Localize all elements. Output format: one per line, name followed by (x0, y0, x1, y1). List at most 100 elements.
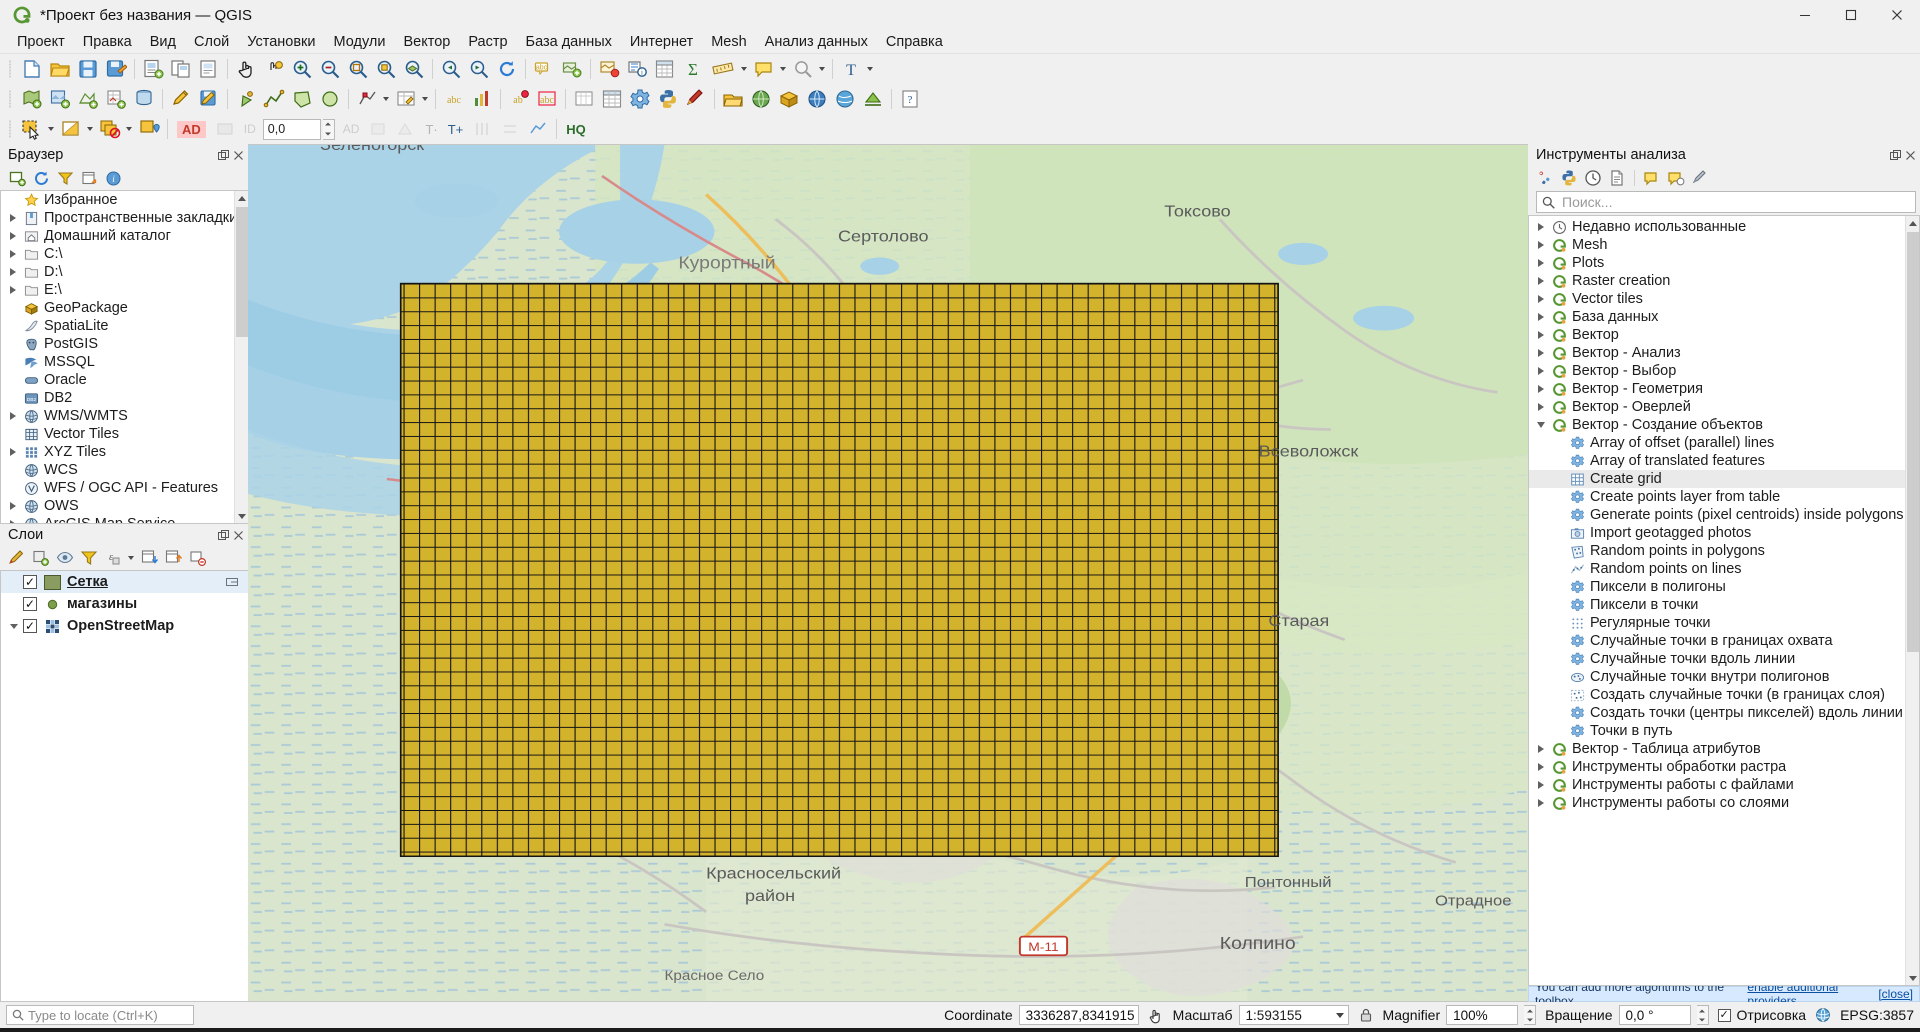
lock-scale-icon[interactable] (1355, 1004, 1377, 1026)
chevron-right-icon[interactable] (5, 497, 21, 515)
zoom-in-button[interactable] (289, 56, 315, 82)
toolbox-item-12[interactable]: Array of offset (parallel) lines (1529, 434, 1919, 452)
map-tips-button[interactable] (751, 56, 777, 82)
menu-ustanovki[interactable]: Установки (238, 32, 324, 52)
remove-layer-icon[interactable] (187, 547, 209, 569)
chevron-right-icon[interactable] (1533, 272, 1549, 290)
toolbox-item-15[interactable]: Create points layer from table (1529, 488, 1919, 506)
zoom-full-button[interactable] (345, 56, 371, 82)
hq-render-button[interactable]: HQ (562, 116, 590, 142)
toolbar-grip[interactable] (7, 58, 15, 80)
toolbox-item-8[interactable]: Вектор - Выбор (1529, 362, 1919, 380)
menu-spravka[interactable]: Справка (877, 32, 952, 52)
diagram-button[interactable] (469, 86, 495, 112)
toolbox-item-14[interactable]: Create grid (1529, 470, 1919, 488)
save-layer-edits-button[interactable] (196, 86, 222, 112)
statistical-summary-button[interactable] (652, 56, 678, 82)
coordinate-toggle-icon[interactable] (1145, 1004, 1167, 1026)
toolbox-item-10[interactable]: Вектор - Оверлей (1529, 398, 1919, 416)
chevron-right-icon[interactable] (5, 209, 21, 227)
chevron-right-icon[interactable] (1533, 758, 1549, 776)
toolbox-item-19[interactable]: Random points on lines (1529, 560, 1919, 578)
add-mesh-layer-button[interactable] (75, 86, 101, 112)
vertex-tool-button[interactable] (354, 86, 380, 112)
browser-item-8[interactable]: PostGIS (1, 335, 248, 353)
chevron-right-icon[interactable] (5, 263, 21, 281)
browser-item-4[interactable]: D:\ (1, 263, 248, 281)
help-button[interactable]: ? (897, 86, 923, 112)
locator-search-box[interactable]: Type to locate (Ctrl+K) (6, 1005, 194, 1025)
toolbox-item-26[interactable]: Создать случайные точки (в границах слоя… (1529, 686, 1919, 704)
digitizing-number-input[interactable]: 0,0 (262, 118, 321, 140)
add-line-feature-button[interactable] (261, 86, 287, 112)
toolbox-item-1[interactable]: Mesh (1529, 236, 1919, 254)
close-button[interactable] (1874, 0, 1920, 30)
open-attribute-table-button[interactable] (599, 86, 625, 112)
toolbox-tree[interactable]: Недавно использованные Mesh Plots Raster cr… (1528, 215, 1920, 986)
map-canvas-container[interactable]: Зеленогорск Сертолово Токсово Курортный Всев… (248, 144, 1528, 1002)
add-vector-layer-button[interactable] (19, 86, 45, 112)
layer-row-2[interactable]: OpenStreetMap (1, 615, 248, 637)
magnifier-field[interactable]: 100% (1446, 1005, 1519, 1025)
crs-globe-icon[interactable] (1812, 1004, 1834, 1026)
browser-tree[interactable]: Избранное Пространственные закладки Домашн… (0, 190, 248, 524)
browser-item-2[interactable]: Домашний каталог (1, 227, 248, 245)
add-layer-icon[interactable] (6, 167, 28, 189)
toolbox-item-21[interactable]: Пиксели в точки (1529, 596, 1919, 614)
show-map-tips-button[interactable]: abc (531, 56, 557, 82)
toolbox-search-input[interactable] (1560, 193, 1910, 211)
python-script-icon[interactable] (1558, 167, 1580, 189)
toolbox-item-20[interactable]: Пиксели в полигоны (1529, 578, 1919, 596)
scale-dropdown-arrow[interactable] (1332, 1006, 1348, 1024)
chevron-right-icon[interactable] (1533, 794, 1549, 812)
processing-toolbox-button[interactable] (627, 86, 653, 112)
chevron-right-icon[interactable] (1533, 236, 1549, 254)
digitizing-tool-5-button[interactable] (497, 116, 523, 142)
measure-button[interactable] (708, 56, 738, 82)
chevron-right-icon[interactable] (1533, 290, 1549, 308)
show-unplaced-labels-button[interactable] (571, 86, 597, 112)
chevron-right-icon[interactable] (1533, 254, 1549, 272)
menu-proekt[interactable]: Проект (8, 32, 74, 52)
scale-combo[interactable]: 1:593155 (1238, 1005, 1349, 1025)
properties-icon[interactable]: i (102, 167, 124, 189)
browser-undock-icon[interactable] (217, 149, 229, 161)
data-source-manager-button[interactable] (720, 86, 746, 112)
deselect-dropdown-arrow[interactable] (817, 56, 826, 82)
save-project-button[interactable] (75, 56, 101, 82)
open-model-icon[interactable] (1665, 167, 1687, 189)
toolbox-item-31[interactable]: Инструменты работы с файлами (1529, 776, 1919, 794)
layer-visibility-checkbox[interactable] (23, 597, 37, 611)
select-by-expression-button[interactable] (58, 116, 84, 142)
toolbox-item-7[interactable]: Вектор - Анализ (1529, 344, 1919, 362)
save-project-as-button[interactable] (103, 56, 129, 82)
add-point-feature-button[interactable] (233, 86, 259, 112)
add-circle-feature-button[interactable] (317, 86, 343, 112)
layer-row-1[interactable]: магазины (1, 593, 248, 615)
select-by-location-button[interactable] (136, 116, 162, 142)
advanced-digitizing-ad-button[interactable]: AD (173, 116, 210, 142)
digitizing-tool-2-button[interactable] (365, 116, 391, 142)
sum-button[interactable]: Σ (680, 56, 706, 82)
deselect-features-button[interactable] (97, 116, 123, 142)
browser-item-1[interactable]: Пространственные закладки (1, 209, 248, 227)
pan-map-button[interactable] (233, 56, 259, 82)
pin-labels-button[interactable]: abc (534, 86, 560, 112)
chevron-right-icon[interactable] (5, 245, 21, 263)
layer-visibility-checkbox[interactable] (23, 619, 37, 633)
pan-to-selection-button[interactable] (261, 56, 287, 82)
metasearch-button[interactable] (748, 86, 774, 112)
toolbox-item-30[interactable]: Инструменты обработки растра (1529, 758, 1919, 776)
browser-item-14[interactable]: XYZ Tiles (1, 443, 248, 461)
chevron-right-icon[interactable] (5, 443, 21, 461)
deselect-button[interactable] (790, 56, 816, 82)
chevron-down-icon[interactable] (7, 624, 21, 629)
open-style-manager-icon[interactable] (6, 547, 28, 569)
chevron-right-icon[interactable] (1533, 740, 1549, 758)
browser-item-9[interactable]: MSSQL (1, 353, 248, 371)
render-checkbox[interactable] (1717, 1008, 1731, 1022)
chevron-right-icon[interactable] (5, 281, 21, 299)
toolbox-item-0[interactable]: Недавно использованные (1529, 218, 1919, 236)
rotation-spinner[interactable] (1696, 1005, 1709, 1025)
toolbox-item-3[interactable]: Raster creation (1529, 272, 1919, 290)
